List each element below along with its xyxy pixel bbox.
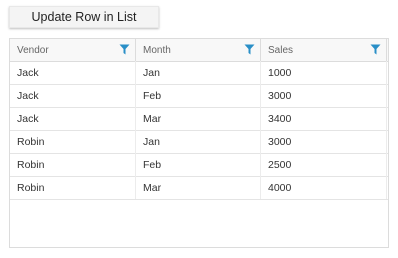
column-header-month[interactable]: Month xyxy=(136,39,261,61)
cell-sales[interactable]: 1000 xyxy=(261,61,387,84)
cell-vendor[interactable]: Jack xyxy=(10,107,136,130)
table-row[interactable]: Robin Feb 2500 xyxy=(10,153,388,177)
grid-header: Vendor Month Sales xyxy=(10,39,388,62)
cell-sales[interactable]: 3000 xyxy=(261,84,387,107)
column-header-vendor[interactable]: Vendor xyxy=(10,39,136,61)
cell-sales[interactable]: 3400 xyxy=(261,107,387,130)
column-header-label: Vendor xyxy=(17,44,49,56)
table-row[interactable]: Robin Jan 3000 xyxy=(10,130,388,154)
table-row[interactable]: Robin Mar 4000 xyxy=(10,176,388,200)
column-header-label: Month xyxy=(143,44,171,56)
cell-month[interactable]: Feb xyxy=(136,84,261,107)
update-row-button[interactable]: Update Row in List xyxy=(9,6,159,28)
cell-month[interactable]: Jan xyxy=(136,61,261,84)
filter-icon[interactable] xyxy=(370,44,381,55)
table-row[interactable]: Jack Feb 3000 xyxy=(10,84,388,108)
cell-sales[interactable]: 2500 xyxy=(261,153,387,176)
cell-vendor[interactable]: Jack xyxy=(10,61,136,84)
cell-vendor[interactable]: Jack xyxy=(10,84,136,107)
cell-month[interactable]: Jan xyxy=(136,130,261,153)
filter-icon[interactable] xyxy=(119,44,130,55)
cell-sales[interactable]: 4000 xyxy=(261,176,387,199)
cell-month[interactable]: Mar xyxy=(136,107,261,130)
cell-vendor[interactable]: Robin xyxy=(10,153,136,176)
cell-sales[interactable]: 3000 xyxy=(261,130,387,153)
cell-month[interactable]: Feb xyxy=(136,153,261,176)
data-grid: Vendor Month Sales Jack Jan 1000 Jack Fe… xyxy=(9,38,389,248)
table-row[interactable]: Jack Jan 1000 xyxy=(10,61,388,85)
cell-month[interactable]: Mar xyxy=(136,176,261,199)
table-row[interactable]: Jack Mar 3400 xyxy=(10,107,388,131)
column-header-sales[interactable]: Sales xyxy=(261,39,387,61)
cell-vendor[interactable]: Robin xyxy=(10,130,136,153)
column-header-label: Sales xyxy=(268,44,294,56)
cell-vendor[interactable]: Robin xyxy=(10,176,136,199)
filter-icon[interactable] xyxy=(244,44,255,55)
